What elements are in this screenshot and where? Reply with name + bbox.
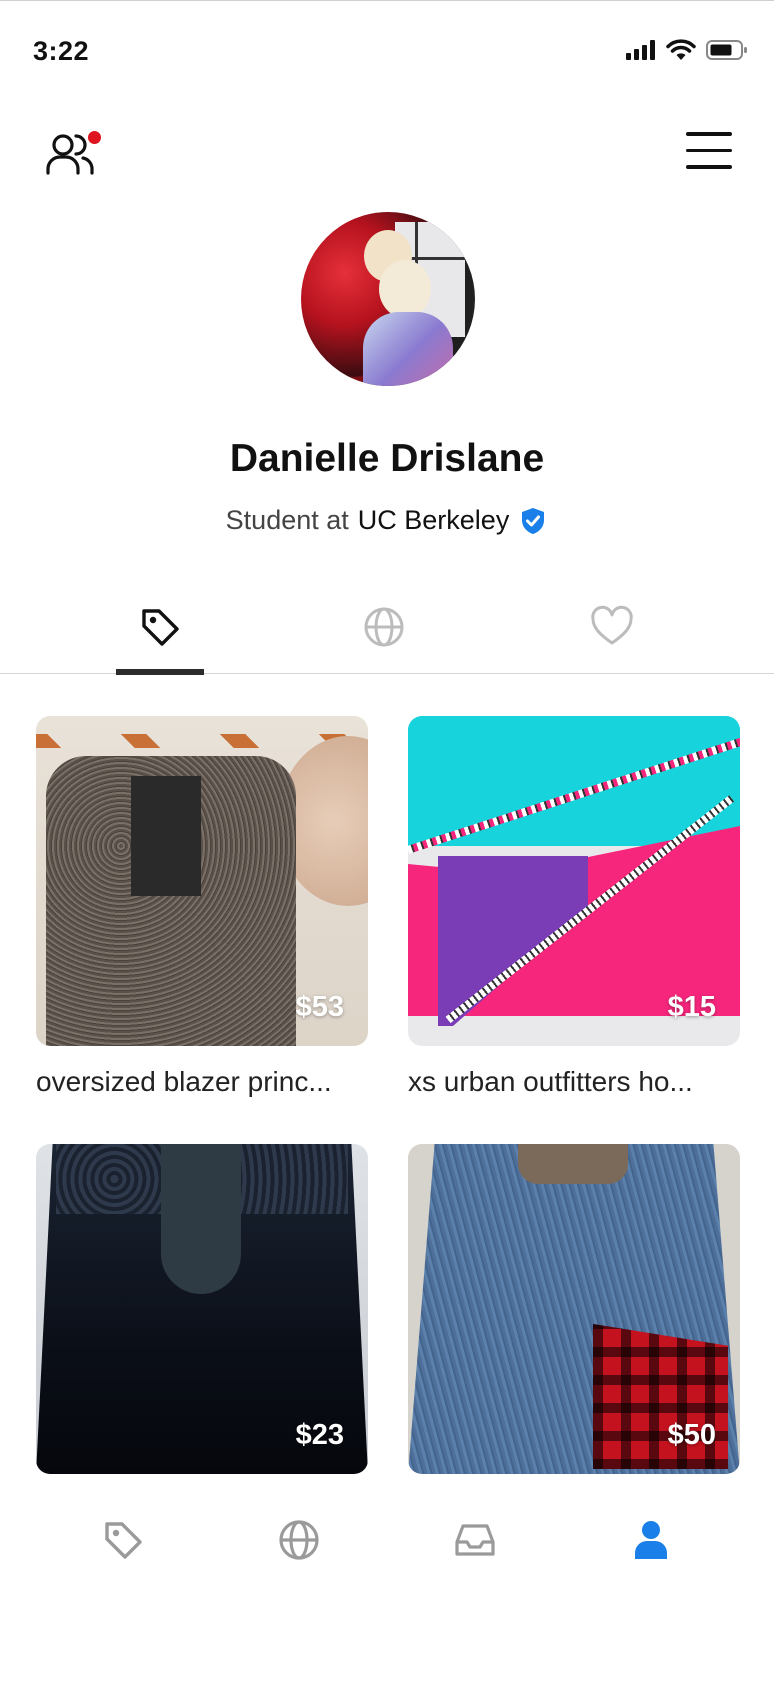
bottom-nav xyxy=(0,1500,774,1600)
friends-button[interactable] xyxy=(45,123,105,179)
tag-icon xyxy=(142,609,179,646)
profile-tabs xyxy=(0,590,774,675)
wifi-icon xyxy=(666,39,696,60)
profile-school[interactable]: UC Berkeley xyxy=(358,505,510,536)
listing-title: oversized blazer princ... xyxy=(36,1066,332,1097)
menu-button[interactable] xyxy=(686,132,734,172)
listing-card[interactable]: $50 xyxy=(408,1144,740,1474)
hamburger-menu-icon xyxy=(686,132,734,169)
listing-price: $15 xyxy=(667,991,716,1023)
tab-listings[interactable] xyxy=(116,590,204,675)
heart-icon xyxy=(591,605,633,645)
listing-price: $50 xyxy=(667,1419,716,1451)
profile-subtitle-prefix: Student at xyxy=(225,505,349,535)
verified-badge-icon xyxy=(522,507,545,534)
globe-icon xyxy=(364,607,404,647)
nav-profile[interactable] xyxy=(621,1510,681,1570)
avatar[interactable] xyxy=(301,212,475,386)
nav-explore[interactable] xyxy=(269,1510,329,1570)
cellular-signal-icon xyxy=(626,40,655,60)
listing-price: $23 xyxy=(295,1419,344,1451)
status-bar: 3:22 xyxy=(0,0,774,100)
listing-price: $53 xyxy=(295,991,344,1023)
listing-image: $50 xyxy=(408,1144,740,1474)
inbox-icon xyxy=(455,1524,495,1556)
profile-subtitle: Student at UC Berkeley xyxy=(0,505,774,536)
nav-shop[interactable] xyxy=(93,1510,153,1570)
listing-card[interactable]: $23 xyxy=(36,1144,368,1474)
notification-dot xyxy=(86,129,103,146)
listing-title: xs urban outfitters ho... xyxy=(408,1066,693,1097)
top-bar xyxy=(0,118,774,188)
listing-image: $23 xyxy=(36,1144,368,1474)
listing-image: $53 xyxy=(36,716,368,1046)
tab-explore[interactable] xyxy=(340,590,428,674)
nav-inbox[interactable] xyxy=(445,1510,505,1570)
person-icon xyxy=(635,1521,667,1559)
status-icons xyxy=(626,39,748,61)
profile-name: Danielle Drislane xyxy=(229,437,545,480)
globe-icon xyxy=(279,1520,319,1560)
listing-image: $15 xyxy=(408,716,740,1046)
tab-favorites[interactable] xyxy=(568,590,656,674)
battery-icon xyxy=(706,40,747,60)
tag-icon xyxy=(105,1522,142,1559)
listing-card[interactable]: $53 oversized blazer princ... xyxy=(36,716,368,1098)
listing-card[interactable]: $15 xs urban outfitters ho... xyxy=(408,716,740,1098)
status-time: 3:22 xyxy=(33,36,90,66)
